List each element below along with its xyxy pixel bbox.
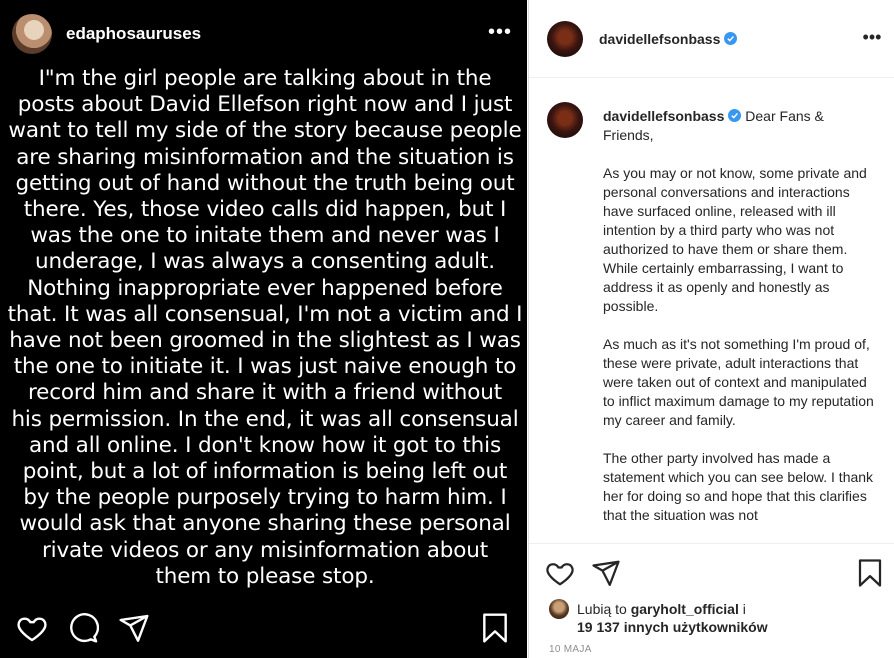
statement-line: them to please stop.	[155, 563, 375, 589]
caption-avatar[interactable]	[547, 102, 583, 138]
statement-line: the one to initiate it. I was just naive…	[13, 354, 517, 380]
statement-line: record him and share it with a friend wi…	[27, 380, 503, 406]
caption-area: davidellefsonbass Dear Fans & Friends, A…	[529, 79, 894, 543]
statement-line: that. It was all consensual, I'm not a v…	[7, 301, 523, 327]
liker-username[interactable]: garyholt_official	[631, 601, 739, 617]
media-header: edaphosauruses •••	[0, 0, 527, 68]
statement-line: rivate videos or any misinformation abou…	[41, 537, 489, 563]
share-icon[interactable]	[118, 612, 150, 644]
post-sidebar: davidellefsonbass ••• davidellefsonbass …	[528, 0, 894, 658]
avatar[interactable]	[547, 21, 583, 57]
heart-icon[interactable]	[545, 558, 575, 588]
likes-prefix: Lubią to	[577, 601, 631, 617]
bookmark-icon[interactable]	[479, 612, 511, 644]
statement-line: and all online. I don't know how it got …	[28, 432, 502, 458]
statement-text: I"m the girl people are talking about in…	[4, 66, 526, 590]
statement-line: would ask that anyone sharing these pers…	[19, 511, 511, 537]
post-author[interactable]: davidellefsonbass	[599, 31, 738, 47]
likes-count[interactable]: 19 137 innych użytkowników	[577, 619, 768, 635]
statement-line: I"m the girl people are talking about in…	[38, 66, 492, 91]
caption-username[interactable]: davidellefsonbass	[603, 108, 724, 124]
caption-paragraph: As much as it's not something I'm proud …	[603, 336, 874, 428]
statement-line: there. Yes, those video calls did happen…	[23, 197, 507, 223]
post-actions: Lubią to garyholt_official i 19 137 inny…	[529, 543, 894, 658]
statement-line: getting out of hand without the truth be…	[15, 170, 515, 196]
statement-line: point, but a lot of information is being…	[22, 459, 508, 485]
statement-line: was the one to initate them and never wa…	[30, 223, 500, 249]
avatar[interactable]	[12, 14, 52, 54]
post-media-panel: edaphosauruses ••• I"m the girl people a…	[0, 0, 527, 658]
liker-avatar[interactable]	[549, 599, 569, 619]
more-options-icon[interactable]: •••	[486, 22, 514, 46]
post-header: davidellefsonbass •••	[529, 0, 894, 78]
post-date[interactable]: 10 MAJA	[549, 644, 592, 655]
caption-intro: davidellefsonbass Dear Fans & Friends,	[603, 107, 875, 145]
statement-line: have not been groomed in the slightest a…	[9, 328, 521, 354]
media-username[interactable]: edaphosauruses	[66, 24, 201, 44]
bookmark-icon[interactable]	[855, 558, 885, 588]
caption-paragraph: The other party involved has made a stat…	[603, 450, 874, 523]
statement-line: are sharing misinformation and the situa…	[16, 144, 514, 170]
statement-line: want to tell my side of the story becaus…	[8, 118, 522, 144]
more-options-icon[interactable]: •••	[859, 28, 885, 48]
statement-line: his permission. In the end, it was all c…	[11, 406, 519, 432]
statement-line: posts about David Ellefson right now and…	[17, 92, 513, 118]
caption-paragraph: As you may or not know, some private and…	[603, 165, 867, 314]
author-username[interactable]: davidellefsonbass	[599, 31, 720, 47]
statement-line: underage, I was always a consenting adul…	[35, 249, 495, 275]
share-icon[interactable]	[591, 558, 621, 588]
verified-badge-icon	[728, 109, 742, 122]
caption: davidellefsonbass Dear Fans & Friends, A…	[603, 107, 875, 543]
likes-mid: i	[738, 601, 746, 617]
statement-line: by the people purposely trying to harm h…	[23, 485, 507, 511]
likes-summary: Lubią to garyholt_official i	[577, 601, 746, 617]
comment-icon[interactable]	[67, 612, 99, 644]
heart-icon[interactable]	[16, 612, 48, 644]
verified-badge-icon	[724, 32, 738, 45]
statement-line: Nothing inappropriate ever happened befo…	[27, 275, 503, 301]
